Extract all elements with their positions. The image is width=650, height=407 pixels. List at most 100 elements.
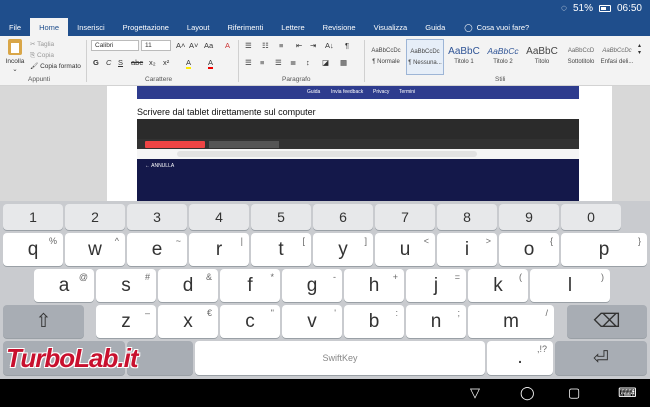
home-icon[interactable]: ◯ xyxy=(520,385,535,401)
back-icon[interactable]: ▽ xyxy=(470,385,480,401)
key-g[interactable]: g- xyxy=(282,269,342,302)
line-spacing-icon[interactable]: ↕ xyxy=(306,58,310,67)
key-w[interactable]: w ^ xyxy=(65,233,125,266)
tab-home[interactable]: Home xyxy=(30,18,69,36)
key-p[interactable]: p} xyxy=(561,233,647,266)
italic-button[interactable]: C xyxy=(106,58,111,67)
enter-key[interactable]: ⏎ xyxy=(555,341,647,375)
sort-button[interactable]: A↓ xyxy=(325,41,334,50)
key-j[interactable]: j = xyxy=(406,269,466,302)
status-bar: ◌ 51% 06:50 xyxy=(0,0,650,18)
underline-button[interactable]: S xyxy=(118,58,123,67)
tab-insert[interactable]: Inserisci xyxy=(68,18,114,36)
style-subtle-emphasis[interactable]: AaBbCcDc Enfasi deli... xyxy=(600,39,634,75)
group-divider xyxy=(238,40,239,82)
key-z[interactable]: z – xyxy=(96,305,156,338)
space-bar[interactable]: SwiftKey xyxy=(195,341,485,375)
shrink-font-button[interactable]: A˅ xyxy=(189,41,198,50)
clear-formatting-button[interactable]: A xyxy=(225,41,230,50)
key-4[interactable]: 4 xyxy=(189,204,249,230)
key-k[interactable]: k( xyxy=(468,269,528,302)
key-period[interactable]: .,!? xyxy=(487,341,553,375)
decrease-indent-icon[interactable]: ⇤ xyxy=(296,41,302,50)
key-o[interactable]: o{ xyxy=(499,233,559,266)
key-x[interactable]: x € xyxy=(158,305,218,338)
backspace-key[interactable]: ⌫ xyxy=(567,305,647,338)
numbering-icon[interactable]: ☷ xyxy=(262,41,269,50)
wifi-icon: ◌ xyxy=(561,3,567,14)
change-case-button[interactable]: Aa xyxy=(204,41,213,50)
tab-file[interactable]: File xyxy=(0,18,30,36)
key-n[interactable]: n; xyxy=(406,305,466,338)
tab-mailings[interactable]: Lettere xyxy=(272,18,313,36)
bullets-icon[interactable]: ☰ xyxy=(245,41,252,50)
increase-indent-icon[interactable]: ⇥ xyxy=(310,41,316,50)
style-no-spacing[interactable]: AaBbCcDc ¶ Nessuna... xyxy=(406,39,444,75)
style-heading-2[interactable]: AaBbCc Titolo 2 xyxy=(484,39,522,75)
align-right-icon[interactable]: ☰ xyxy=(275,58,282,67)
style-heading-1[interactable]: AaBbC Titolo 1 xyxy=(445,39,483,75)
tab-help[interactable]: Guida xyxy=(416,18,454,36)
grow-font-button[interactable]: A˄ xyxy=(176,41,185,50)
key-q[interactable]: q% xyxy=(3,233,63,266)
tell-me-box[interactable]: ◯ Cosa vuoi fare? xyxy=(454,18,529,36)
tab-design[interactable]: Progettazione xyxy=(114,18,178,36)
key-8[interactable]: 8 xyxy=(437,204,497,230)
tab-view[interactable]: Visualizza xyxy=(365,18,417,36)
copy-button[interactable]: ⎘ Copia xyxy=(30,50,81,61)
key-6[interactable]: 6 xyxy=(313,204,373,230)
key-e[interactable]: e ~ xyxy=(127,233,187,266)
align-center-icon[interactable]: ≡ xyxy=(260,58,264,67)
key-9[interactable]: 9 xyxy=(499,204,559,230)
key-b[interactable]: b: xyxy=(344,305,404,338)
key-f[interactable]: f * xyxy=(220,269,280,302)
recents-icon[interactable]: ▢ xyxy=(568,385,580,401)
font-color-button[interactable]: A xyxy=(208,58,214,69)
align-left-icon[interactable]: ☰ xyxy=(245,58,252,67)
key-v[interactable]: v ' xyxy=(282,305,342,338)
format-painter-button[interactable]: 🖌 Copia formato xyxy=(30,61,81,72)
key-y[interactable]: y] xyxy=(313,233,373,266)
shading-icon[interactable]: ◪ xyxy=(322,58,329,67)
paste-button[interactable]: Incolla ⌄ xyxy=(4,39,26,73)
key-c[interactable]: c " xyxy=(220,305,280,338)
show-marks-button[interactable]: ¶ xyxy=(345,41,349,50)
key-l[interactable]: l) xyxy=(530,269,610,302)
key-d[interactable]: d & xyxy=(158,269,218,302)
key-7[interactable]: 7 xyxy=(375,204,435,230)
key-u[interactable]: u < xyxy=(375,233,435,266)
key-h[interactable]: h + xyxy=(344,269,404,302)
key-s[interactable]: s # xyxy=(96,269,156,302)
shift-key[interactable]: ⇧ xyxy=(3,305,84,338)
font-name-field[interactable]: Calibri xyxy=(91,40,139,51)
subscript-button[interactable]: x₂ xyxy=(149,58,156,67)
key-m[interactable]: m / xyxy=(468,305,554,338)
tab-review[interactable]: Revisione xyxy=(314,18,365,36)
font-size-field[interactable]: 11 xyxy=(141,40,171,51)
bold-button[interactable]: G xyxy=(93,58,99,67)
superscript-button[interactable]: x² xyxy=(163,58,169,67)
key-3[interactable]: 3 xyxy=(127,204,187,230)
styles-scroll-icon[interactable]: ▴ ▾ xyxy=(638,42,641,56)
key-r[interactable]: r | xyxy=(189,233,249,266)
key-5[interactable]: 5 xyxy=(251,204,311,230)
justify-icon[interactable]: ≣ xyxy=(290,58,296,67)
document-page[interactable]: Guida Invia feedback Privacy Termini Scr… xyxy=(107,86,612,201)
style-title[interactable]: AaBbC Titolo xyxy=(523,39,561,75)
multilevel-list-icon[interactable]: ≡ xyxy=(279,41,283,50)
key-t[interactable]: t[ xyxy=(251,233,311,266)
style-subtitle[interactable]: AaBbCcD Sottotitolo xyxy=(562,39,600,75)
tab-references[interactable]: Riferimenti xyxy=(218,18,272,36)
borders-icon[interactable]: ▦ xyxy=(340,58,347,67)
hide-keyboard-icon[interactable]: ⌨ xyxy=(618,385,637,401)
style-normal[interactable]: AaBbCcDc ¶ Normale xyxy=(367,39,405,75)
strikethrough-button[interactable]: abc xyxy=(131,58,143,67)
cut-button[interactable]: ✂ Taglia xyxy=(30,39,81,50)
key-a[interactable]: a @ xyxy=(34,269,94,302)
key-1[interactable]: 1 xyxy=(3,204,63,230)
key-0[interactable]: 0 xyxy=(561,204,621,230)
highlight-button[interactable]: A xyxy=(186,58,192,69)
key-2[interactable]: 2 xyxy=(65,204,125,230)
key-i[interactable]: i > xyxy=(437,233,497,266)
tab-layout[interactable]: Layout xyxy=(178,18,219,36)
